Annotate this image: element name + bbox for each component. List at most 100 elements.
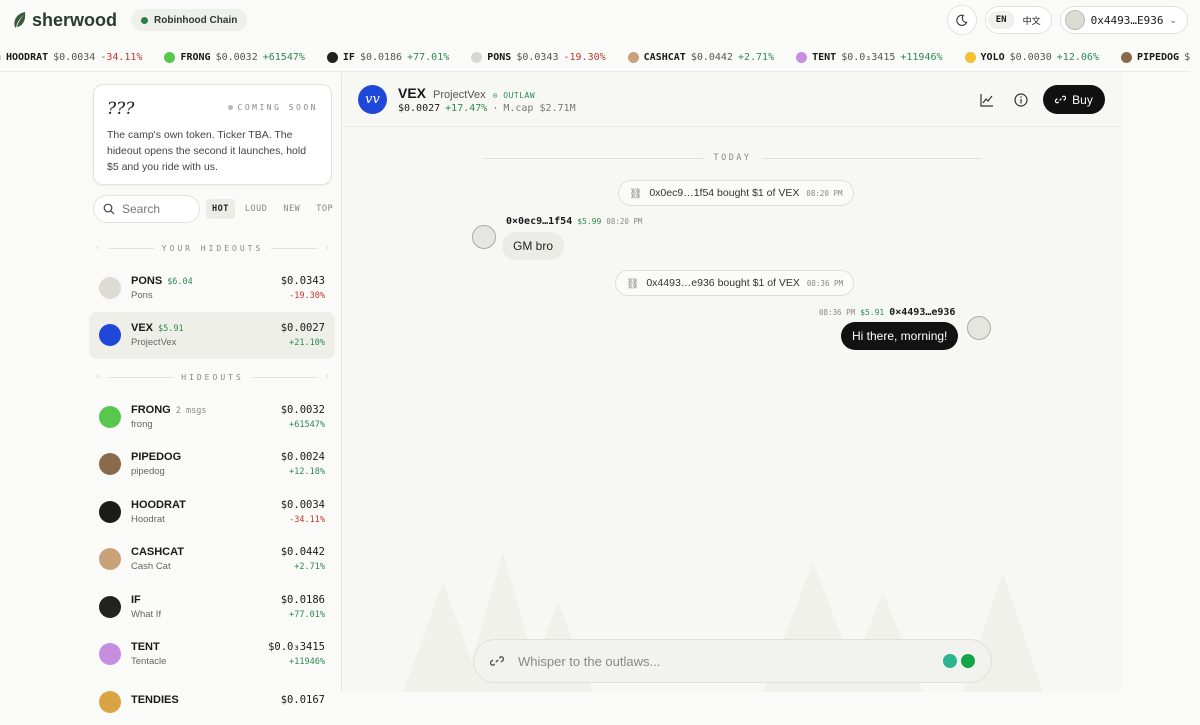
message-meta: 08:36 PM $5.91 0×4493…e936	[819, 307, 955, 318]
hideout-row-cashcat[interactable]: CASHCAT Cash Cat $0.0442 +2.71%	[89, 536, 335, 583]
coming-soon-badge: COMING SOON	[227, 103, 318, 112]
avatar[interactable]	[472, 225, 496, 249]
chart-button[interactable]	[977, 90, 997, 110]
token-icon	[964, 52, 976, 63]
avatar[interactable]	[967, 316, 991, 340]
hideout-tag: 2 msgs	[175, 405, 207, 416]
hideouts-divider: ‹ HIDEOUTS ›	[95, 370, 330, 384]
hideout-row-if[interactable]: IF What If $0.0186 +77.01%	[89, 583, 335, 630]
info-button[interactable]	[1011, 90, 1031, 110]
attach-icon[interactable]	[490, 654, 504, 668]
token-logo[interactable]: vv	[358, 85, 387, 114]
token-icon	[99, 548, 121, 570]
hideout-change: +2.71%	[294, 562, 325, 572]
ticker-change: +61547%	[262, 52, 305, 63]
sender-balance: $5.99	[577, 217, 602, 226]
info-icon	[1014, 93, 1028, 107]
chevron-right-icon[interactable]: ›	[325, 243, 330, 253]
price-ticker: HOODRAT $0.0034 -34.11% FRONG $0.0032 +61547%…	[0, 44, 1190, 72]
hideout-name: Cash Cat	[131, 561, 171, 572]
token-icon	[326, 52, 338, 63]
separator: ·	[492, 103, 499, 114]
chevron-left-icon[interactable]: ‹	[95, 243, 100, 253]
ticker-item[interactable]: YOLO $0.0030 +12.06%	[964, 52, 1099, 63]
message-bubble: Hi there, morning!	[841, 322, 959, 350]
ticker-price: $0.0034	[53, 52, 96, 63]
hideout-change: +12.18%	[289, 467, 325, 477]
link-icon	[1055, 95, 1067, 104]
search-icon	[103, 203, 115, 215]
token-project: ProjectVex	[433, 89, 486, 101]
hideout-tag: $5.91	[158, 324, 184, 334]
link-icon: ⛓	[629, 187, 643, 200]
hideout-row-vex[interactable]: VEX $5.91 ProjectVex $0.0027 +21.10%	[89, 311, 335, 359]
chevron-left-icon[interactable]: ‹	[95, 372, 100, 382]
chevron-right-icon[interactable]: ›	[325, 372, 330, 382]
ticker-price: $0.0186	[359, 52, 403, 63]
hideout-row-pipedog[interactable]: PIPEDOG pipedog $0.0024 +12.18%	[89, 441, 335, 488]
ticker-symbol: YOLO	[980, 52, 1005, 63]
today-label: TODAY	[713, 153, 752, 163]
chain-selector[interactable]: Robinhood Chain	[131, 9, 248, 31]
ticker-item[interactable]: HOODRAT $0.0034 -34.11%	[0, 52, 142, 63]
token-icon	[99, 690, 121, 713]
sender-address[interactable]: 0×4493…e936	[889, 307, 955, 318]
sender-balance: $5.91	[860, 308, 885, 317]
grammar-icon[interactable]	[961, 654, 975, 668]
ticker-price: $0.0343	[516, 52, 559, 63]
token-icon	[796, 52, 808, 63]
chain-status-icon	[141, 16, 149, 24]
hideout-tag: $6.04	[167, 276, 193, 287]
theme-toggle-button[interactable]	[946, 5, 977, 35]
brand-logo[interactable]: sherwood	[12, 10, 117, 31]
wallet-button[interactable]: 0x4493…E936 ⌄	[1059, 6, 1188, 34]
ticker-change: +2.71%	[737, 52, 775, 63]
system-text: 0x4493…e936 bought $1 of VEX	[646, 277, 800, 289]
sender-address[interactable]: 0×0ec9…1f54	[506, 216, 572, 227]
token-price: $0.0027	[398, 103, 441, 114]
hideout-price: $0.0442	[280, 546, 325, 558]
buy-button[interactable]: Buy	[1043, 85, 1105, 114]
hideout-price: $0.0343	[280, 274, 325, 287]
ticker-change: +11946%	[900, 52, 943, 63]
outlaw-label: OUTLAW	[503, 91, 536, 100]
lang-en-option[interactable]: EN	[987, 11, 1015, 29]
leaf-icon	[14, 12, 26, 28]
ticker-item[interactable]: PONS $0.0343 -19.30%	[471, 52, 606, 63]
lang-zh-option[interactable]: 中文	[1015, 10, 1049, 31]
hideout-row-tendies[interactable]: TENDIES $0.0167	[89, 678, 335, 725]
system-time: 08:36 PM	[806, 278, 844, 288]
hideout-symbol: PONS	[131, 274, 163, 287]
tab-loud[interactable]: LOUD	[239, 199, 273, 219]
your-hideouts-divider: ‹ YOUR HIDEOUTS ›	[95, 241, 330, 255]
search-box[interactable]: Search	[93, 195, 200, 223]
tab-hot[interactable]: HOT	[206, 199, 235, 219]
ticker-item[interactable]: FRONG $0.0032 +61547%	[164, 52, 305, 63]
hideout-row-frong[interactable]: FRONG 2 msgs frong $0.0032 +61547%	[89, 393, 335, 440]
hideout-symbol: VEX	[131, 322, 154, 334]
ticker-item[interactable]: IF $0.0186 +77.01%	[326, 52, 449, 63]
system-message: ⛓ 0x4493…e936 bought $1 of VEX 08:36 PM	[615, 270, 855, 296]
chat-header: vv VEX ProjectVex ⊙ OUTLAW $0.0027 +17.4…	[343, 73, 1122, 127]
tab-top[interactable]: TOP	[310, 199, 339, 219]
hideout-row-pons[interactable]: PONS $6.04 Pons $0.0343 -19.30%	[89, 264, 335, 311]
hideout-name: Tentacle	[131, 656, 167, 667]
wallet-avatar	[1064, 10, 1085, 30]
ticker-change: -19.30%	[563, 52, 606, 63]
message-input[interactable]	[518, 653, 929, 669]
tab-new[interactable]: NEW	[277, 199, 306, 219]
hideout-row-tent[interactable]: TENT Tentacle $0.0₃3415 +11946%	[89, 631, 335, 678]
hideout-symbol: PIPEDOG	[131, 451, 182, 463]
hideout-row-hoodrat[interactable]: HOODRAT Hoodrat $0.0034 -34.11%	[89, 488, 335, 535]
hideout-name: ProjectVex	[131, 337, 177, 348]
search-input[interactable]: Search	[122, 202, 160, 216]
outlaw-badge: ⊙ OUTLAW	[493, 91, 536, 100]
ticker-item[interactable]: TENT $0.0₃3415 +11946%	[796, 52, 943, 63]
ticker-symbol: FRONG	[180, 52, 211, 63]
message-bubble: GM bro	[502, 232, 565, 260]
system-text: 0x0ec9…1f54 bought $1 of VEX	[649, 187, 800, 199]
message-composer	[473, 639, 992, 683]
ticker-item[interactable]: PIPEDOG $0.00	[1120, 52, 1190, 63]
extension-icon[interactable]	[943, 654, 957, 668]
ticker-item[interactable]: CASHCAT $0.0442 +2.71%	[627, 52, 775, 63]
